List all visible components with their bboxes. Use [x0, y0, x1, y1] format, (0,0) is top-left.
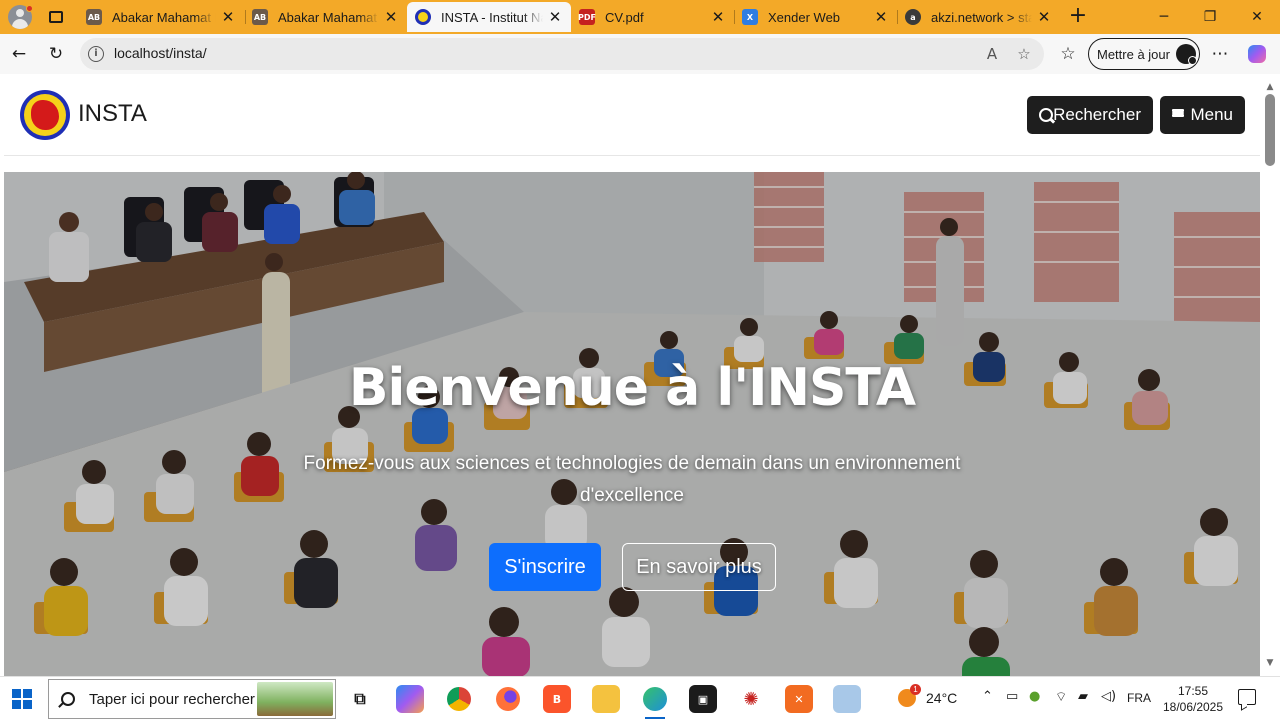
insta-logo-icon[interactable]: [20, 90, 70, 140]
clock-date: 18/06/2025: [1162, 700, 1224, 714]
search-icon: [61, 692, 75, 706]
close-tab-icon[interactable]: ✕: [220, 8, 236, 26]
insta-logo-icon: [415, 9, 431, 25]
tab-title: CV.pdf: [605, 9, 644, 25]
restore-icon[interactable]: ❐: [1187, 0, 1233, 34]
wifi-icon[interactable]: ⌔: [1055, 689, 1067, 705]
new-tab-icon[interactable]: +: [1067, 5, 1089, 28]
close-tab-icon[interactable]: ✕: [383, 8, 399, 26]
update-button[interactable]: Mettre à jour: [1088, 38, 1200, 70]
browser-tab[interactable]: PDF CV.pdf ✕: [571, 2, 734, 32]
hero-subtitle: Formez-vous aux sciences et technologies…: [303, 453, 961, 506]
scroll-thumb[interactable]: [1265, 94, 1275, 166]
tab-title: Abakar Mahamat B: [112, 9, 216, 25]
capcut-icon[interactable]: ▣: [689, 685, 717, 713]
hero-section: Bienvenue à l'INSTA Formez-vous aux scie…: [4, 172, 1260, 676]
firefox-icon[interactable]: [494, 685, 522, 713]
tab-title: Xender Web: [768, 9, 841, 25]
menu-label: Menu: [1190, 105, 1233, 124]
browser-tab[interactable]: AB Abakar Mahamat B ✕: [244, 2, 407, 32]
update-label: Mettre à jour: [1097, 46, 1170, 62]
browser-tab[interactable]: a akzi.network > stati ✕: [897, 2, 1060, 32]
tab-actions-icon[interactable]: [46, 7, 66, 27]
close-tab-icon[interactable]: ✕: [873, 8, 889, 26]
app-icon[interactable]: [833, 685, 861, 713]
xender-icon: X: [742, 9, 758, 25]
back-arrow-icon[interactable]: ←: [7, 42, 31, 66]
edge-icon[interactable]: [641, 685, 669, 719]
url-text[interactable]: localhost/insta/: [114, 45, 207, 61]
scroll-down-arrow-icon[interactable]: ▼: [1265, 658, 1275, 668]
favorite-star-icon[interactable]: ☆: [1014, 44, 1034, 64]
weather-badge: 1: [910, 684, 921, 695]
browser-tab-strip: AB Abakar Mahamat B ✕ AB Abakar Mahamat …: [0, 0, 1280, 34]
search-icon: [1039, 107, 1054, 123]
ab-avatar-icon: AB: [252, 9, 268, 25]
search-label: Rechercher: [1053, 105, 1141, 124]
refresh-icon[interactable]: ↻: [44, 42, 68, 66]
tab-title: akzi.network > stati: [931, 9, 1032, 25]
hero-title: Bienvenue à l'INSTA: [348, 358, 916, 418]
browser-tab-active[interactable]: INSTA - Institut Nat ✕: [407, 2, 571, 32]
taskbar-search-box[interactable]: Taper ici pour rechercher: [48, 679, 336, 719]
browser-toolbar: ← ↻ i localhost/insta/ A ☆ ☆ Mettre à jo…: [0, 34, 1280, 74]
taskbar-clock[interactable]: 17:55 18/06/2025: [1160, 683, 1226, 715]
page-viewport: INSTA Rechercher Menu Bienvenue à l'INST…: [0, 74, 1280, 676]
show-hidden-icons-icon[interactable]: ⌃: [982, 689, 993, 704]
xampp-icon[interactable]: ✕: [785, 685, 813, 713]
tab-title: INSTA - Institut Nat: [441, 9, 543, 25]
menu-button[interactable]: Menu: [1160, 96, 1245, 134]
task-view-icon[interactable]: ⧉: [346, 685, 374, 713]
site-brand[interactable]: INSTA: [78, 100, 147, 128]
close-tab-icon[interactable]: ✕: [710, 8, 726, 26]
close-window-icon[interactable]: ✕: [1234, 0, 1280, 34]
close-tab-icon[interactable]: ✕: [1036, 8, 1052, 26]
favorites-icon[interactable]: ☆: [1056, 42, 1080, 66]
learn-more-button[interactable]: En savoir plus: [622, 543, 776, 591]
windows-start-icon[interactable]: [12, 689, 32, 709]
browser-tab[interactable]: AB Abakar Mahamat B ✕: [78, 2, 244, 32]
ab-avatar-icon: AB: [86, 9, 102, 25]
akzi-icon: a: [905, 9, 921, 25]
chrome-icon[interactable]: [445, 685, 473, 713]
copilot-app-icon[interactable]: [396, 685, 424, 713]
brave-icon[interactable]: B: [543, 685, 571, 713]
site-header: INSTA Rechercher Menu: [4, 74, 1260, 156]
taskbar-search-placeholder: Taper ici pour rechercher: [89, 691, 255, 708]
security-icon[interactable]: ●: [1029, 689, 1040, 704]
search-button[interactable]: Rechercher: [1027, 96, 1153, 134]
language-indicator[interactable]: FRA: [1127, 691, 1151, 705]
weather-sun-icon: 1: [898, 684, 921, 707]
davinci-icon[interactable]: ✺: [737, 685, 765, 713]
site-info-icon[interactable]: i: [88, 46, 104, 62]
signup-button[interactable]: S'inscrire: [489, 543, 601, 591]
address-bar[interactable]: i localhost/insta/ A ☆: [80, 38, 1044, 70]
minimize-icon[interactable]: ─: [1141, 0, 1187, 34]
page-scrollbar[interactable]: ▲ ▼: [1262, 74, 1278, 676]
browser-tab[interactable]: X Xender Web ✕: [734, 2, 897, 32]
windows-taskbar: Taper ici pour rechercher ⧉ B ▣ ✺ ✕ 1 24…: [0, 676, 1280, 720]
hero-dark-overlay: [4, 172, 1260, 676]
insta-page: INSTA Rechercher Menu Bienvenue à l'INST…: [4, 74, 1260, 676]
battery-icon[interactable]: ▰: [1078, 689, 1088, 704]
copilot-icon[interactable]: [1245, 42, 1269, 66]
search-highlight-image: [257, 682, 333, 716]
close-tab-icon[interactable]: ✕: [547, 8, 563, 26]
more-options-icon[interactable]: ⋯: [1208, 42, 1232, 66]
volume-icon[interactable]: ◁): [1101, 689, 1116, 704]
update-extension-icon: [1175, 44, 1197, 65]
profile-notification-dot: [26, 5, 33, 12]
hamburger-icon: [1172, 109, 1185, 121]
read-aloud-icon[interactable]: A: [982, 44, 1002, 64]
clock-time: 17:55: [1177, 684, 1209, 698]
weather-temp: 24°C: [926, 690, 958, 706]
pdf-icon: PDF: [578, 9, 596, 25]
scroll-up-arrow-icon[interactable]: ▲: [1265, 82, 1275, 92]
notification-center-icon[interactable]: [1238, 689, 1256, 705]
tab-title: Abakar Mahamat B: [278, 9, 379, 25]
meet-now-icon[interactable]: ▭: [1006, 689, 1018, 704]
file-explorer-icon[interactable]: [592, 685, 620, 713]
weather-widget[interactable]: 1 24°C: [898, 684, 958, 707]
